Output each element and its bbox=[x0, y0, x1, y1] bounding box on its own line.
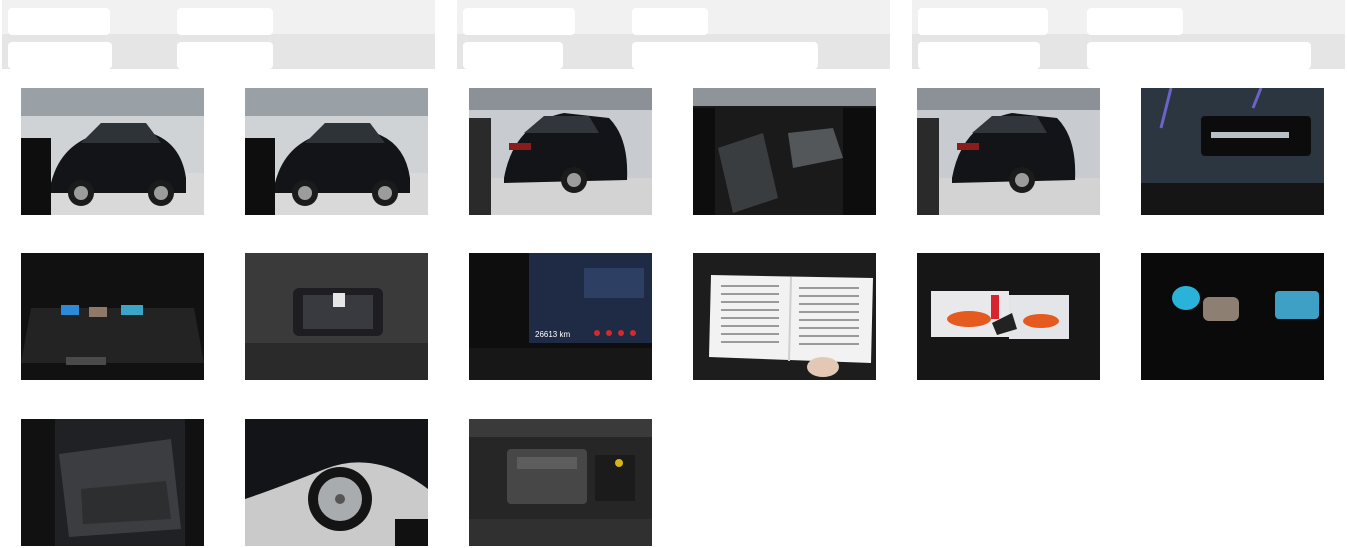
photo-thumbnail-keys-and-accessories[interactable] bbox=[1141, 253, 1324, 380]
header-pill bbox=[177, 8, 273, 35]
photo-thumbnail-instrument-cluster[interactable] bbox=[245, 253, 428, 380]
front-wheel-closeup-image bbox=[245, 419, 428, 546]
listing-card-header-2 bbox=[457, 0, 890, 69]
odometer-reading: 26613 km bbox=[535, 330, 570, 339]
header-pill bbox=[1087, 8, 1183, 35]
rear-seats-interior-image bbox=[21, 419, 204, 546]
engine-bay-image bbox=[469, 419, 652, 546]
header-pill bbox=[177, 42, 273, 69]
instrument-cluster-image bbox=[245, 253, 428, 380]
photo-thumbnail-car-front-exterior[interactable] bbox=[21, 88, 204, 215]
brochures-and-key-image bbox=[917, 253, 1100, 380]
photo-thumbnail-door-sill-plate[interactable] bbox=[1141, 88, 1324, 215]
header-pill bbox=[8, 8, 110, 35]
header-pill bbox=[632, 42, 818, 69]
door-sill-plate-image bbox=[1141, 88, 1324, 215]
trunk-interior-image bbox=[21, 253, 204, 380]
service-booklet-image bbox=[693, 253, 876, 380]
keys-and-accessories-image bbox=[1141, 253, 1324, 380]
listing-card-header-1 bbox=[2, 0, 435, 69]
photo-thumbnail-front-wheel-closeup[interactable] bbox=[245, 419, 428, 546]
photo-thumbnail-engine-bay[interactable] bbox=[469, 419, 652, 546]
photo-thumbnail-car-front-exterior[interactable] bbox=[245, 88, 428, 215]
photo-thumbnail-front-interior-seats[interactable] bbox=[693, 88, 876, 215]
photo-thumbnail-car-rear-exterior[interactable] bbox=[917, 88, 1100, 215]
car-rear-exterior-image bbox=[469, 88, 652, 215]
header-pill bbox=[463, 8, 575, 35]
car-front-exterior-image bbox=[21, 88, 204, 215]
front-interior-seats-image bbox=[693, 88, 876, 215]
header-pill bbox=[1087, 42, 1311, 69]
header-pill bbox=[463, 42, 563, 69]
header-pill bbox=[8, 42, 112, 69]
photo-thumbnail-rear-seats-interior[interactable] bbox=[21, 419, 204, 546]
header-pill bbox=[632, 8, 708, 35]
dashboard-mileage-image: 26613 km bbox=[469, 253, 652, 380]
photo-thumbnail-brochures-and-key[interactable] bbox=[917, 253, 1100, 380]
header-pill bbox=[918, 8, 1048, 35]
photo-thumbnail-car-rear-exterior[interactable] bbox=[469, 88, 652, 215]
photo-thumbnail-trunk-interior[interactable] bbox=[21, 253, 204, 380]
listing-card-header-3 bbox=[912, 0, 1345, 69]
car-rear-exterior-image bbox=[917, 88, 1100, 215]
header-pill bbox=[918, 42, 1040, 69]
car-front-exterior-image bbox=[245, 88, 428, 215]
photo-thumbnail-service-booklet[interactable] bbox=[693, 253, 876, 380]
photo-thumbnail-dashboard-mileage[interactable]: 26613 km bbox=[469, 253, 652, 380]
